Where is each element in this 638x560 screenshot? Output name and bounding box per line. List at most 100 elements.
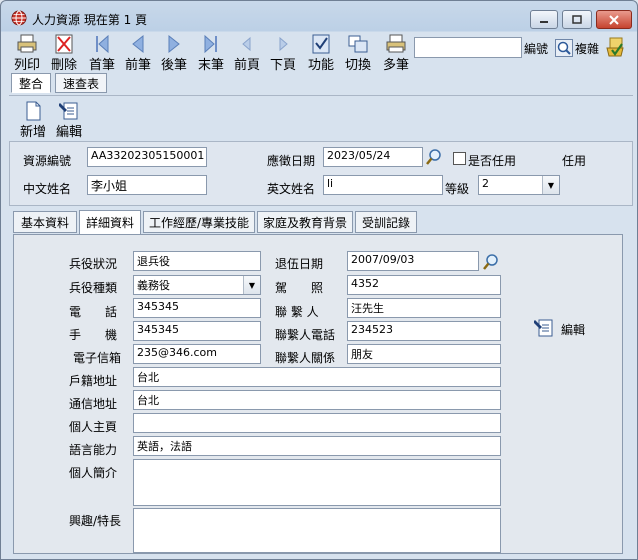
checklist-icon (312, 34, 330, 54)
copy-label: 複雜 (575, 42, 600, 56)
next-page-button[interactable]: 下頁 (265, 33, 301, 73)
discharge-date-field[interactable]: 2007/09/03 (347, 251, 479, 271)
hobby-label: 興趣/特長 (69, 514, 122, 528)
grade-select[interactable]: 2 ▼ (478, 175, 560, 195)
contact-phone-field[interactable]: 234523 (347, 321, 501, 341)
contact-field[interactable]: 汪先生 (347, 298, 501, 318)
license-field[interactable]: 4352 (347, 275, 501, 295)
mobile-label: 手 機 (69, 328, 118, 342)
search-field-label: 編號 (524, 42, 549, 56)
english-name-field[interactable]: li (323, 175, 443, 195)
contact-phone-label: 聯繫人電話 (275, 328, 336, 342)
search-icon[interactable] (555, 39, 573, 57)
apply-date-field[interactable]: 2023/05/24 (323, 147, 423, 167)
military-field[interactable]: 退兵役 (133, 251, 261, 271)
intro-textarea[interactable] (133, 459, 501, 506)
intro-label: 個人簡介 (69, 466, 118, 480)
copy-record-icon[interactable] (604, 36, 626, 60)
homepage-field[interactable] (133, 413, 501, 433)
discharge-date-picker-icon[interactable] (481, 252, 501, 272)
domicile-field[interactable]: 台北 (133, 367, 501, 387)
prev-page-button[interactable]: 前頁 (229, 33, 265, 73)
tab-detail-info[interactable]: 詳細資料 (79, 210, 141, 234)
close-button[interactable] (596, 10, 632, 29)
hired-label: 是否任用 (468, 154, 517, 168)
prev-icon (132, 34, 144, 54)
name-label: 中文姓名 (23, 182, 72, 196)
date-picker-icon[interactable] (424, 147, 444, 167)
phone-field[interactable]: 345345 (133, 298, 261, 318)
language-field[interactable]: 英語，法語 (133, 436, 501, 456)
prev-record-button[interactable]: 前筆 (120, 33, 156, 73)
maximize-button[interactable] (562, 10, 592, 29)
contact-label: 聯 繫 人 (275, 305, 319, 319)
domicile-label: 戶籍地址 (69, 374, 118, 388)
printer-stack-icon (386, 34, 406, 53)
delete-icon (55, 34, 73, 54)
resource-no-label: 資源編號 (23, 154, 72, 168)
add-button[interactable]: 新增 (15, 101, 51, 140)
search-input[interactable] (414, 37, 522, 58)
name-field[interactable]: 李小姐 (87, 175, 207, 195)
hired-status-text: 任用 (562, 154, 587, 168)
printer-icon (17, 34, 37, 53)
email-label: 電子信箱 (73, 351, 122, 365)
next-icon (168, 34, 180, 54)
function-button[interactable]: 功能 (303, 33, 339, 73)
first-record-button[interactable]: 首筆 (84, 33, 120, 73)
first-icon (96, 34, 109, 54)
next-record-button[interactable]: 後筆 (156, 33, 192, 73)
phone-label: 電 話 (69, 305, 118, 319)
chevron-down-icon: ▼ (542, 176, 559, 194)
mail-address-label: 通信地址 (69, 397, 118, 411)
maximize-icon (572, 14, 582, 24)
email-field[interactable]: 235@346.com (133, 344, 261, 364)
license-label: 駕 照 (275, 281, 324, 295)
language-label: 語言能力 (69, 443, 118, 457)
edit-button[interactable]: 編輯 (51, 101, 87, 140)
edit-document-icon (534, 319, 553, 337)
prev-page-icon (242, 36, 251, 52)
last-icon (204, 34, 217, 54)
relation-label: 聯繫人關係 (275, 351, 336, 365)
divider (9, 95, 633, 96)
mobile-field[interactable]: 345345 (133, 321, 261, 341)
multi-record-button[interactable]: 多筆 (378, 33, 414, 73)
discharge-date-label: 退伍日期 (275, 257, 324, 271)
mail-address-field[interactable]: 台北 (133, 390, 501, 410)
tab-integrated[interactable]: 整合 (11, 73, 51, 93)
windows-icon (348, 35, 368, 53)
tab-quick-lookup[interactable]: 速查表 (55, 73, 107, 93)
military-type-select[interactable]: 義務役 ▼ (133, 275, 261, 295)
detail-edit-button[interactable]: 編輯 (534, 317, 594, 339)
hired-checkbox[interactable] (453, 152, 466, 165)
tab-training-records[interactable]: 受訓記錄 (355, 211, 417, 233)
military-label: 兵役狀況 (69, 257, 118, 271)
apply-date-label: 應徵日期 (267, 154, 316, 168)
tab-basic-info[interactable]: 基本資料 (13, 211, 77, 233)
next-page-icon (279, 36, 288, 52)
delete-button[interactable]: 刪除 (46, 33, 82, 73)
switch-button[interactable]: 切換 (340, 33, 376, 73)
hobby-textarea[interactable] (133, 508, 501, 553)
close-icon (609, 14, 619, 25)
english-name-label: 英文姓名 (267, 182, 316, 196)
resource-no-field[interactable]: AA33202305150001 (87, 147, 207, 167)
app-window: 人力資源 現在第 1 頁 列印 刪除 首筆 前筆 後筆 末筆 前頁 下頁 功能 … (0, 0, 638, 560)
chevron-down-icon: ▼ (243, 276, 260, 294)
minimize-button[interactable] (530, 10, 558, 29)
relation-field[interactable]: 朋友 (347, 344, 501, 364)
title-bar: 人力資源 現在第 1 頁 (1, 1, 637, 31)
tab-family-education[interactable]: 家庭及教育背景 (257, 211, 353, 233)
print-button[interactable]: 列印 (9, 33, 45, 73)
last-record-button[interactable]: 末筆 (193, 33, 229, 73)
military-type-label: 兵役種類 (69, 281, 118, 295)
grade-label: 等級 (445, 182, 470, 196)
homepage-label: 個人主頁 (69, 420, 118, 434)
tab-work-experience[interactable]: 工作經歷/專業技能 (143, 211, 255, 233)
new-document-icon (26, 101, 41, 121)
edit-document-icon (59, 102, 78, 120)
globe-icon (11, 10, 27, 26)
window-title: 人力資源 現在第 1 頁 (32, 13, 148, 27)
minimize-icon (540, 20, 548, 23)
